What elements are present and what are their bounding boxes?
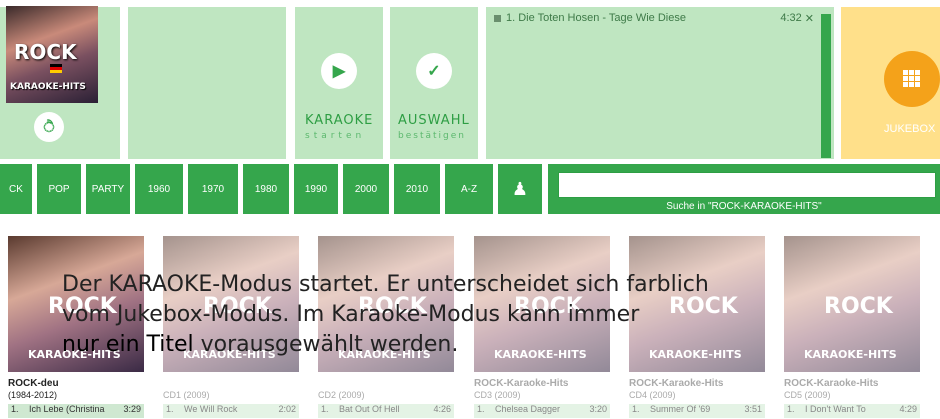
karaoke-sub: starten: [305, 131, 366, 141]
cover-title: ROCK: [14, 40, 77, 64]
album-title: ROCK-Karaoke-Hits: [784, 378, 879, 389]
genre-1990[interactable]: 1990: [294, 164, 338, 214]
genre-label: 1980: [254, 183, 278, 195]
album-card[interactable]: ROCK KARAOKE-HITS ROCK-Karaoke-Hits CD5 (…: [782, 236, 922, 419]
play-icon: ▶: [332, 63, 346, 80]
karaoke-start-panel[interactable]: ▶ KARAOKE starten: [295, 7, 383, 159]
tutorial-caption: Der KARAOKE-Modus startet. Er unterschei…: [62, 270, 709, 360]
genre-label: PARTY: [91, 183, 125, 195]
track-duration: 2:02: [278, 404, 296, 414]
album-year: CD2 (2009): [318, 390, 365, 400]
genre-label: 2010: [405, 183, 429, 195]
album-year: CD5 (2009): [784, 390, 831, 400]
album-year: CD4 (2009): [629, 390, 676, 400]
play-button[interactable]: ▶: [321, 53, 357, 89]
playlist-panel: [486, 7, 834, 159]
track-duration: 3:29: [123, 404, 141, 414]
album-cover[interactable]: ROCK KARAOKE-HITS: [6, 6, 98, 103]
track-duration: 4:26: [433, 404, 451, 414]
grid-icon: [903, 70, 921, 88]
track-number: 1.: [477, 404, 485, 414]
genre-label: 1960: [147, 183, 171, 195]
genre-pop[interactable]: POP: [37, 164, 81, 214]
jukebox-button[interactable]: JUKEBOX: [841, 7, 940, 159]
track-number: 1.: [11, 404, 19, 414]
genre-label: 2000: [354, 183, 378, 195]
check-icon: ✓: [427, 63, 441, 80]
track-row[interactable]: 1. Summer Of '69 3:51: [629, 404, 765, 418]
caption-line-1: Der KARAOKE-Modus startet. Er unterschei…: [62, 272, 709, 297]
singer-filter-button[interactable]: ♟: [498, 164, 542, 214]
caption-line-2: vom Jukebox-Modus. Im Karaoke-Modus kann…: [62, 302, 640, 327]
genre-1980[interactable]: 1980: [243, 164, 289, 214]
confirm-sub: bestätigen: [398, 131, 466, 141]
album-year: (1984-2012): [8, 390, 58, 400]
genre-label: 1990: [304, 183, 328, 195]
track-title: Ich Lebe (Christina: [29, 404, 105, 414]
search-input[interactable]: [558, 172, 936, 198]
album-title: ROCK-Karaoke-Hits: [474, 378, 569, 389]
track-number: 1.: [632, 404, 640, 414]
cover-subtitle: KARAOKE-HITS: [10, 82, 86, 92]
genre-label: 1970: [201, 183, 225, 195]
album-year: CD3 (2009): [474, 390, 521, 400]
track-row[interactable]: 1. Bat Out Of Hell 4:26: [318, 404, 454, 418]
track-row[interactable]: 1. We Will Rock 2:02: [163, 404, 299, 418]
genre-party[interactable]: PARTY: [86, 164, 130, 214]
genre-2000[interactable]: 2000: [343, 164, 389, 214]
caption-emphasis: nur ein Titel: [62, 332, 194, 357]
confirm-panel[interactable]: ✓ AUSWAHL bestätigen: [390, 7, 478, 159]
playlist-item-square-icon: [494, 15, 501, 22]
genre-label: POP: [48, 183, 70, 195]
album-art: ROCK KARAOKE-HITS: [784, 236, 920, 372]
search-panel: Suche in "ROCK-KARAOKE-HITS": [548, 164, 940, 214]
caption-line-3-rest: vorausgewählt werden.: [193, 332, 459, 357]
german-flag-icon: [50, 64, 62, 73]
track-title: Chelsea Dagger: [495, 404, 561, 414]
track-number: 1.: [166, 404, 174, 414]
playlist-scrollbar[interactable]: [821, 14, 831, 158]
genre-label: CK: [9, 183, 23, 195]
track-row[interactable]: 1. Ich Lebe (Christina 3:29: [8, 404, 144, 418]
caption-line-3: nur ein Titel vorausgewählt werden.: [62, 330, 709, 360]
track-title: Bat Out Of Hell: [339, 404, 400, 414]
empty-panel: [128, 7, 286, 159]
singer-icon: ♟: [511, 178, 529, 199]
track-row[interactable]: 1. Chelsea Dagger 3:20: [474, 404, 610, 418]
genre-a-z[interactable]: A-Z: [445, 164, 493, 214]
genre-1970[interactable]: 1970: [188, 164, 238, 214]
playlist-item-title: 1. Die Toten Hosen - Tage Wie Diese: [506, 12, 686, 24]
confirm-label: AUSWAHL: [398, 113, 470, 128]
track-title: Summer Of '69: [650, 404, 711, 414]
track-number: 1.: [321, 404, 329, 414]
ear-icon: ੈ: [43, 118, 55, 135]
confirm-button[interactable]: ✓: [416, 53, 452, 89]
track-row[interactable]: 1. I Don't Want To 4:29: [784, 404, 920, 418]
search-caption: Suche in "ROCK-KARAOKE-HITS": [666, 201, 822, 212]
track-number: 1.: [787, 404, 795, 414]
jukebox-label: JUKEBOX: [884, 123, 936, 135]
genre-2010[interactable]: 2010: [394, 164, 440, 214]
album-title: ROCK-deu: [8, 378, 59, 389]
genre-1960[interactable]: 1960: [135, 164, 183, 214]
track-duration: 3:51: [744, 404, 762, 414]
playlist-item-duration: 4:32: [780, 12, 802, 24]
genre-rock[interactable]: CK: [0, 164, 32, 214]
track-duration: 3:20: [589, 404, 607, 414]
track-title: We Will Rock: [184, 404, 238, 414]
remove-icon[interactable]: ✕: [805, 12, 814, 25]
album-year: CD1 (2009): [163, 390, 210, 400]
album-title: ROCK-Karaoke-Hits: [629, 378, 724, 389]
ear-button[interactable]: ੈ: [34, 112, 64, 142]
playlist-item[interactable]: 1. Die Toten Hosen - Tage Wie Diese 4:32…: [494, 12, 814, 25]
track-title: I Don't Want To: [805, 404, 866, 414]
karaoke-label: KARAOKE: [305, 113, 374, 128]
genre-label: A-Z: [460, 183, 478, 195]
track-duration: 4:29: [899, 404, 917, 414]
jukebox-circle: [884, 51, 940, 107]
